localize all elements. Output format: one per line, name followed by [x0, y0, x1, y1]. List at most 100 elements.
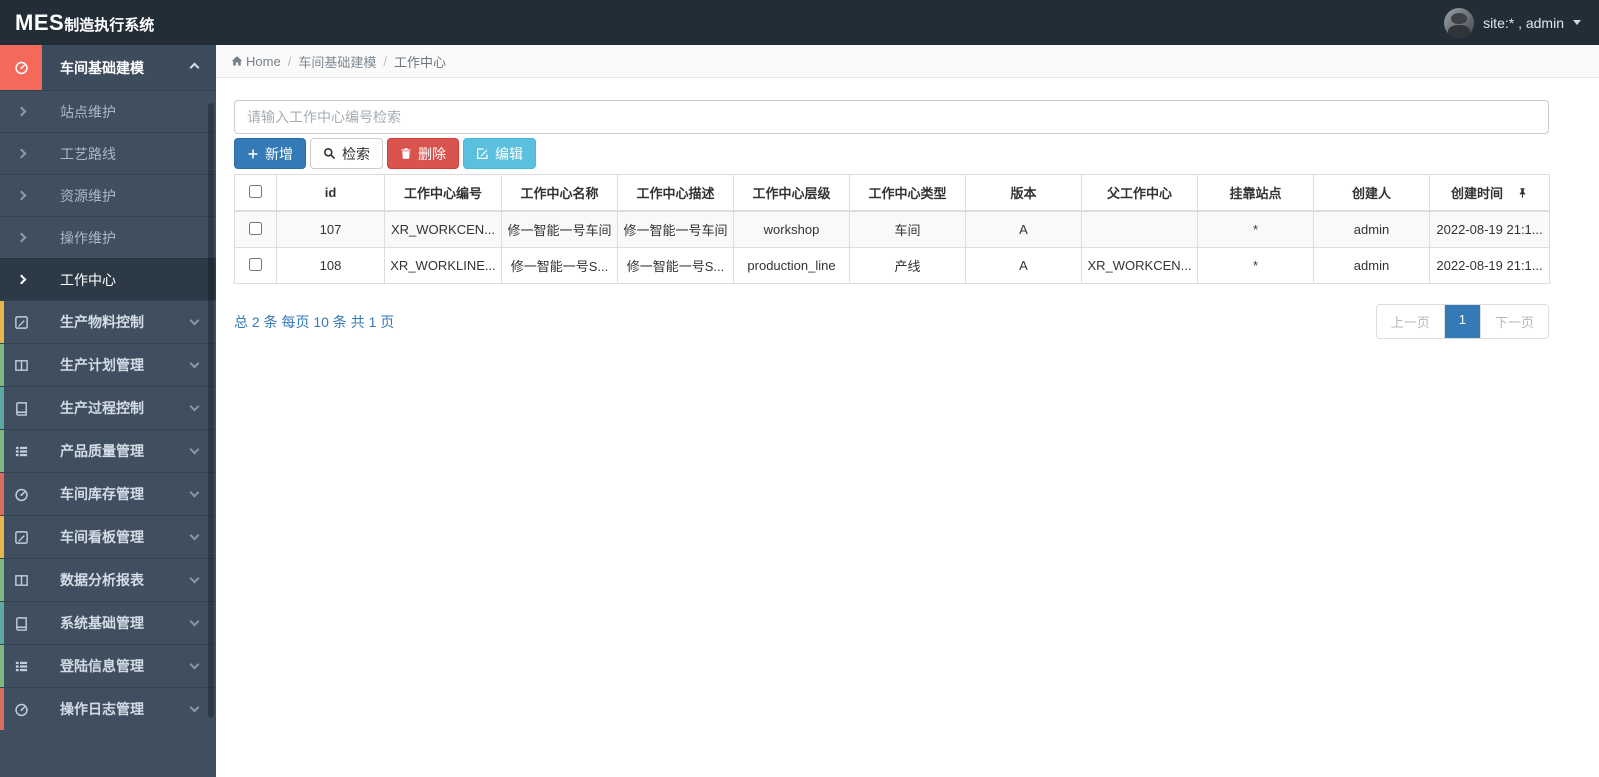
group-stripe	[0, 645, 4, 687]
table-cell: 车间	[849, 210, 966, 248]
sidebar-group-8[interactable]: 登陆信息管理	[0, 644, 216, 687]
avatar	[1444, 7, 1475, 38]
row-checkbox[interactable]	[249, 221, 262, 235]
group-stripe	[0, 344, 4, 386]
delete-button[interactable]: 删除	[387, 138, 459, 169]
table-cell: 108	[276, 247, 385, 284]
gauge-icon	[14, 60, 29, 75]
column-header-5[interactable]: 工作中心类型	[849, 174, 966, 212]
chevron-right-icon	[0, 274, 42, 285]
table-cell: 修一智能一号S...	[501, 247, 618, 284]
gauge-icon	[0, 702, 42, 717]
table-row[interactable]: 107 XR_WORKCEN... 修一智能一号车间 修一智能一号车间 workshop…	[234, 210, 1550, 248]
table-cell: 2022-08-19 21:1...	[1429, 247, 1550, 284]
table-cell: XR_WORKCEN...	[384, 210, 502, 248]
column-header-1[interactable]: 工作中心编号	[384, 174, 502, 212]
column-header-8[interactable]: 挂靠站点	[1197, 174, 1314, 212]
group-stripe	[0, 559, 4, 601]
search-button[interactable]: 检索	[310, 138, 383, 169]
table-cell: 修一智能一号S...	[617, 247, 734, 284]
column-header-10[interactable]: 创建时间	[1429, 174, 1550, 212]
sidebar-item-2[interactable]: 资源维护	[0, 174, 216, 216]
sidebar-item-4[interactable]: 工作中心	[0, 258, 216, 300]
record-summary: 总 2 条 每页 10 条 共 1 页	[234, 313, 395, 330]
sidebar-item-label: 资源维护	[60, 187, 116, 204]
breadcrumb-separator: /	[383, 53, 387, 69]
chevron-down-icon	[189, 487, 200, 498]
sidebar-group-1[interactable]: 生产计划管理	[0, 343, 216, 386]
prev-page-button[interactable]: 上一页	[1376, 305, 1444, 338]
table-row[interactable]: 108 XR_WORKLINE... 修一智能一号S... 修一智能一号S... pro…	[234, 247, 1550, 284]
gauge-icon	[0, 487, 42, 502]
breadcrumb-item-workshop-modeling[interactable]: 车间基础建模	[298, 52, 376, 71]
edit-button-label: 编辑	[495, 145, 523, 162]
sidebar-group-6[interactable]: 数据分析报表	[0, 558, 216, 601]
caret-down-icon	[1573, 20, 1581, 25]
sidebar-group-workshop-modeling[interactable]: 车间基础建模	[0, 45, 216, 90]
home-icon	[231, 55, 243, 67]
sidebar-item-0[interactable]: 站点维护	[0, 90, 216, 132]
edit-button[interactable]: 编辑	[463, 138, 536, 169]
table-cell: production_line	[733, 247, 850, 284]
delete-button-label: 删除	[418, 145, 446, 162]
pagination: 上一页 1 下一页	[1375, 304, 1549, 339]
breadcrumb-item-work-center: 工作中心	[393, 54, 446, 70]
next-page-button[interactable]: 下一页	[1479, 305, 1548, 338]
sidebar-group-7[interactable]: 系统基础管理	[0, 601, 216, 644]
sidebar-group-5[interactable]: 车间看板管理	[0, 515, 216, 558]
sidebar-group-3[interactable]: 产品质量管理	[0, 429, 216, 472]
column-header-0[interactable]: id	[276, 174, 385, 212]
sidebar-group-4[interactable]: 车间库存管理	[0, 472, 216, 515]
chevron-down-icon	[189, 358, 200, 369]
sidebar-scrollbar[interactable]	[208, 103, 214, 718]
list-icon	[0, 659, 42, 674]
column-header-7[interactable]: 父工作中心	[1081, 174, 1198, 212]
list-icon	[0, 444, 42, 459]
table-cell: 107	[276, 210, 385, 248]
group-stripe	[0, 688, 4, 730]
sidebar-item-1[interactable]: 工艺路线	[0, 132, 216, 174]
table-cell: *	[1197, 247, 1314, 284]
row-checkbox[interactable]	[249, 257, 262, 271]
column-header-4[interactable]: 工作中心层级	[733, 174, 850, 212]
chevron-down-icon	[189, 530, 200, 541]
table-cell: 2022-08-19 21:1...	[1429, 210, 1550, 248]
logo-primary: MES	[15, 9, 65, 35]
table-cell: 修一智能一号车间	[617, 210, 734, 248]
sidebar-group-label: 系统基础管理	[60, 615, 144, 631]
column-header-3[interactable]: 工作中心描述	[617, 174, 734, 212]
breadcrumb-home[interactable]: Home	[231, 54, 281, 69]
columns-icon	[0, 573, 42, 588]
column-header-2[interactable]: 工作中心名称	[501, 174, 618, 212]
sidebar-group-label: 操作日志管理	[60, 701, 144, 717]
app-logo[interactable]: MES制造执行系统	[0, 10, 216, 36]
search-input[interactable]	[234, 100, 1549, 134]
breadcrumb-separator: /	[287, 53, 292, 69]
sidebar-group-0[interactable]: 生产物料控制	[0, 300, 216, 343]
sidebar: 车间基础建模 站点维护工艺路线资源维护操作维护工作中心 生产物料控制 生产计划管理…	[0, 45, 216, 777]
group-stripe	[0, 473, 4, 515]
add-button[interactable]: 新增	[234, 138, 306, 169]
sidebar-item-3[interactable]: 操作维护	[0, 216, 216, 258]
pencil-square-icon	[0, 315, 42, 330]
sidebar-group-2[interactable]: 生产过程控制	[0, 386, 216, 429]
table-cell: XR_WORKLINE...	[384, 247, 502, 284]
chevron-right-icon	[0, 106, 42, 117]
sidebar-item-label: 站点维护	[60, 103, 116, 120]
book-icon	[0, 616, 42, 631]
sidebar-item-label: 工艺路线	[60, 145, 116, 162]
pin-icon[interactable]	[1517, 187, 1528, 199]
sidebar-group-9[interactable]: 操作日志管理	[0, 687, 216, 730]
sidebar-group-label: 登陆信息管理	[60, 658, 144, 674]
table-footer: 总 2 条 每页 10 条 共 1 页 上一页 1 下一页	[234, 304, 1549, 339]
column-header-6[interactable]: 版本	[965, 174, 1082, 212]
chevron-down-icon	[189, 401, 200, 412]
column-header-9[interactable]: 创建人	[1313, 174, 1430, 212]
user-menu[interactable]: site:* , admin	[1444, 7, 1599, 38]
select-all-checkbox[interactable]	[249, 184, 262, 198]
sidebar-item-label: 工作中心	[60, 271, 116, 288]
group-stripe	[0, 387, 4, 429]
sidebar-item-label: 操作维护	[60, 229, 116, 246]
page-1-button[interactable]: 1	[1443, 305, 1480, 338]
group-stripe	[0, 516, 4, 558]
